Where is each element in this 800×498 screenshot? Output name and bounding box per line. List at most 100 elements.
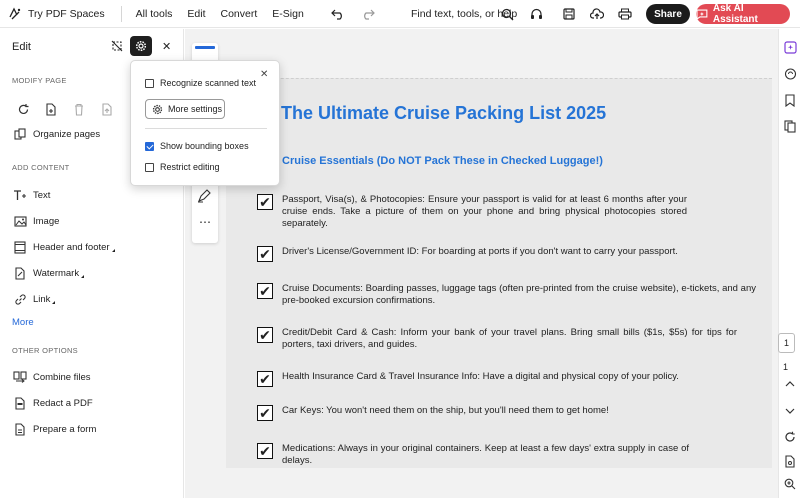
zoom-in-icon[interactable] — [782, 476, 798, 492]
header-footer-item[interactable]: Header and footer — [12, 239, 115, 255]
ai-chat-icon — [696, 9, 708, 20]
checkmark-icon: ✔ — [257, 246, 273, 262]
recognize-scanned-label[interactable]: Recognize scanned text — [160, 78, 256, 88]
search-icon[interactable] — [499, 6, 515, 22]
menu-esign[interactable]: E-Sign — [272, 8, 304, 20]
more-tools-icon[interactable]: ⋯ — [199, 215, 212, 229]
link-item[interactable]: Link — [12, 291, 56, 307]
list-item[interactable]: ✔ Passport, Visa(s), & Photocopies: Ensu… — [257, 194, 687, 230]
try-pdf-spaces-link[interactable]: Try PDF Spaces — [8, 7, 105, 21]
watermark-label: Watermark — [33, 267, 80, 279]
prepare-form-icon — [12, 421, 28, 437]
more-tools-link[interactable]: More — [12, 317, 34, 328]
list-item[interactable]: ✔ Car Keys: You won't need them on the s… — [257, 405, 687, 421]
header-footer-label: Header and footer — [33, 241, 110, 253]
popup-divider — [145, 128, 267, 129]
watermark-item[interactable]: Watermark — [12, 265, 85, 281]
checkmark-icon: ✔ — [257, 405, 273, 421]
settings-button[interactable] — [130, 36, 152, 56]
list-item-text[interactable]: Car Keys: You won't need them on the shi… — [282, 405, 609, 421]
rotate-icon[interactable] — [14, 101, 32, 117]
share-button[interactable]: Share — [646, 4, 690, 24]
insert-page-icon[interactable] — [42, 101, 60, 117]
organize-pages-icon — [12, 126, 28, 142]
ask-ai-assistant-button[interactable]: Ask AI Assistant — [696, 3, 790, 25]
delete-page-icon[interactable] — [70, 101, 88, 117]
link-icon — [12, 291, 28, 307]
redact-pdf-item[interactable]: Redact a PDF — [12, 395, 93, 411]
redact-icon — [12, 395, 28, 411]
close-panel-icon[interactable]: ✕ — [162, 40, 171, 53]
more-settings-button[interactable]: More settings — [145, 99, 225, 119]
header-footer-icon — [12, 239, 28, 255]
add-text-item[interactable]: Text — [12, 187, 50, 203]
print-icon[interactable] — [617, 6, 633, 22]
list-item[interactable]: ✔ Medications: Always in your original c… — [257, 443, 689, 467]
list-item-text[interactable]: Health Insurance Card & Travel Insurance… — [282, 371, 679, 387]
list-item[interactable]: ✔ Health Insurance Card & Travel Insuran… — [257, 371, 687, 387]
page-settings-icon[interactable] — [782, 453, 798, 469]
right-rail — [778, 29, 800, 498]
submenu-indicator-icon — [52, 300, 56, 304]
save-icon[interactable] — [561, 6, 577, 22]
panel-title: Edit — [12, 41, 31, 53]
prepare-form-item[interactable]: Prepare a form — [12, 421, 96, 437]
prepare-form-label: Prepare a form — [33, 423, 97, 435]
menu-convert[interactable]: Convert — [221, 8, 258, 20]
list-item-text[interactable]: Driver's License/Government ID: For boar… — [282, 246, 678, 262]
page-indicator — [195, 46, 215, 49]
link-label: Link — [33, 293, 51, 305]
show-bounding-boxes-label[interactable]: Show bounding boxes — [160, 141, 249, 151]
list-item-text[interactable]: Passport, Visa(s), & Photocopies: Ensure… — [282, 194, 687, 230]
top-bar: Try PDF Spaces All tools Edit Convert E-… — [0, 0, 800, 28]
text-tool-icon — [12, 187, 28, 203]
list-item[interactable]: ✔ Driver's License/Government ID: For bo… — [257, 246, 687, 262]
checkmark-icon: ✔ — [257, 371, 273, 387]
modify-page-label: MODIFY PAGE — [12, 76, 67, 85]
checkmark-icon: ✔ — [257, 194, 273, 210]
close-popup-icon[interactable]: ✕ — [260, 69, 268, 80]
gear-icon — [135, 40, 147, 52]
list-item[interactable]: ✔ Cruise Documents: Boarding passes, lug… — [257, 283, 756, 307]
list-item-text[interactable]: Medications: Always in your original con… — [282, 443, 689, 467]
redo-icon[interactable] — [361, 8, 375, 20]
add-content-label: ADD CONTENT — [12, 163, 70, 172]
add-image-label: Image — [33, 215, 60, 227]
refresh-icon[interactable] — [782, 429, 798, 445]
add-image-item[interactable]: Image — [12, 213, 59, 229]
list-item-text[interactable]: Credit/Debit Card & Cash: Inform your ba… — [282, 327, 737, 351]
draw-sign-icon[interactable] — [197, 189, 211, 203]
copy-pages-icon[interactable] — [782, 118, 798, 134]
combine-files-icon — [12, 369, 28, 385]
page-number-input[interactable]: 1 — [778, 333, 795, 353]
bookmark-icon[interactable] — [782, 92, 798, 108]
organize-pages-item[interactable]: Organize pages — [12, 126, 100, 142]
bounding-box-toggle-icon[interactable] — [111, 40, 123, 52]
watermark-icon — [12, 265, 28, 281]
list-item-text[interactable]: Cruise Documents: Boarding passes, lugga… — [282, 283, 756, 307]
extract-page-icon[interactable] — [98, 101, 116, 117]
page-up-icon[interactable] — [782, 376, 798, 392]
restrict-editing-checkbox[interactable] — [145, 163, 154, 172]
menu-all-tools[interactable]: All tools — [136, 8, 173, 20]
ai-summary-icon[interactable] — [782, 39, 798, 55]
edit-settings-popup: ✕ Recognize scanned text More settings S… — [130, 60, 280, 186]
page-down-icon[interactable] — [782, 403, 798, 419]
pdf-spaces-icon — [9, 7, 21, 19]
headset-icon[interactable] — [528, 6, 544, 22]
restrict-editing-label[interactable]: Restrict editing — [160, 162, 220, 172]
menu-edit[interactable]: Edit — [187, 8, 205, 20]
list-item[interactable]: ✔ Credit/Debit Card & Cash: Inform your … — [257, 327, 737, 351]
show-bounding-boxes-checkbox[interactable] — [145, 142, 154, 151]
upload-cloud-icon[interactable] — [589, 6, 605, 22]
combine-files-item[interactable]: Combine files — [12, 369, 91, 385]
undo-icon[interactable] — [330, 8, 345, 20]
comment-icon[interactable] — [782, 66, 798, 82]
gear-icon — [152, 104, 163, 114]
submenu-indicator-icon — [81, 274, 85, 278]
recognize-scanned-checkbox[interactable] — [145, 79, 154, 88]
divider — [120, 5, 122, 22]
document-subtitle[interactable]: Cruise Essentials (Do NOT Pack These in … — [282, 155, 603, 167]
checkmark-icon: ✔ — [257, 283, 273, 299]
document-title[interactable]: The Ultimate Cruise Packing List 2025 — [281, 103, 606, 124]
